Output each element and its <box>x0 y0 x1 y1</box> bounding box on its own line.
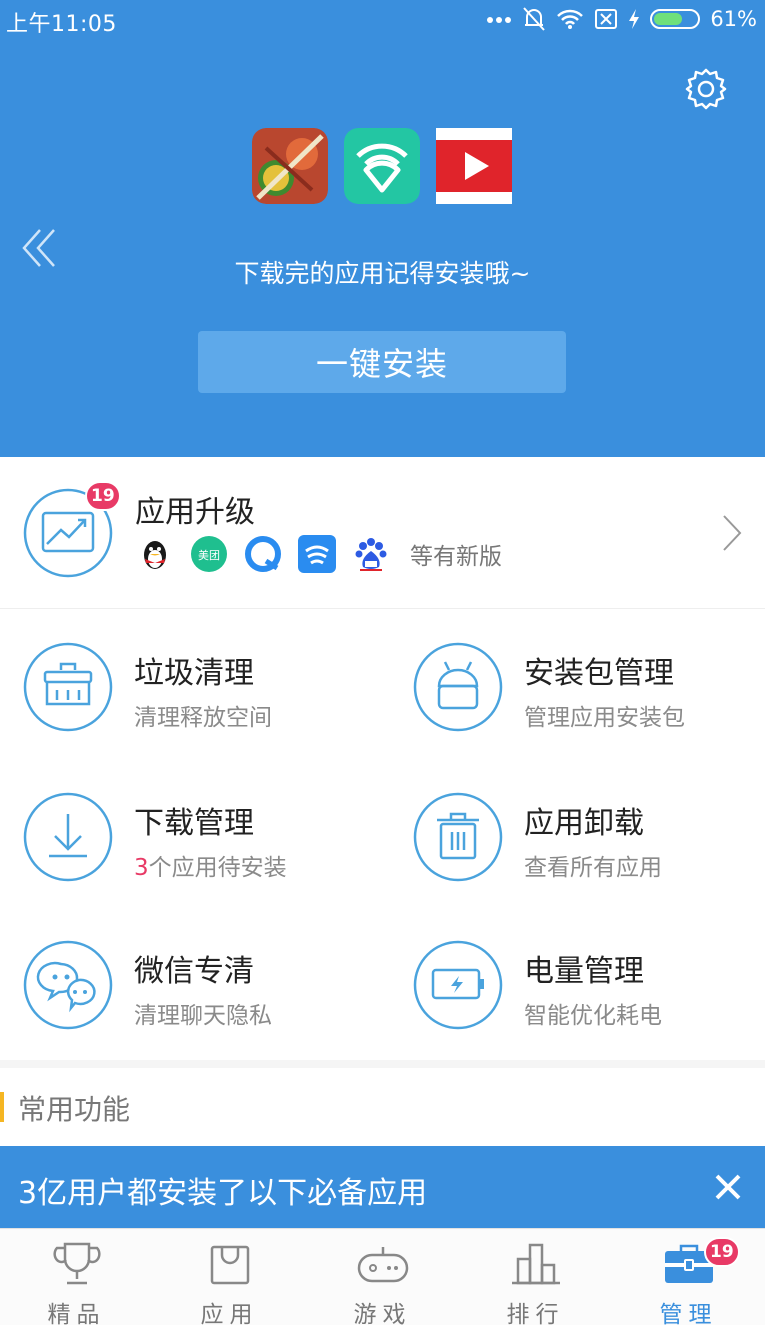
mute-bell-icon <box>523 7 546 31</box>
android-icon <box>413 642 503 732</box>
tile-title: 安装包管理 <box>524 656 674 691</box>
shopping-bag-icon <box>210 1245 249 1285</box>
tile-title: 电量管理 <box>524 954 644 989</box>
tile-subtitle: 3个应用待安装 <box>134 848 287 882</box>
tile-title: 下载管理 <box>134 806 254 841</box>
bottom-nav: 精品 应用 游戏 排行 19 管理 <box>0 1228 765 1325</box>
junk-clean-tile[interactable]: 垃圾清理 清理释放空间 <box>0 612 382 760</box>
install-hint: 下载完的应用记得安装哦~ <box>234 259 531 288</box>
pending-install-text: 个应用待安装 <box>148 855 287 881</box>
settings-gear-icon[interactable] <box>684 67 728 111</box>
common-functions-header: 常用功能 <box>0 1068 765 1146</box>
nav-label: 应用 <box>200 1302 259 1325</box>
upgrade-title: 应用升级 <box>135 495 255 530</box>
browser-icon <box>244 535 282 573</box>
fruit-ninja-icon <box>252 128 328 204</box>
wechat-clean-tile[interactable]: 微信专清 清理聊天隐私 <box>0 910 382 1058</box>
trophy-icon <box>52 1242 101 1285</box>
nav-label: 游戏 <box>353 1302 412 1325</box>
tile-subtitle: 管理应用安装包 <box>524 705 685 731</box>
status-bar: 上午11:05 61% <box>0 0 765 38</box>
recommend-banner[interactable]: 3亿用户都安装了以下必备应用 <box>0 1146 765 1228</box>
section-accent-bar <box>0 1092 4 1122</box>
upgrade-app-list: 美团 等有新版 <box>136 535 502 573</box>
charging-bolt-icon <box>629 9 640 29</box>
tile-subtitle: 智能优化耗电 <box>524 1003 662 1029</box>
download-icon <box>23 792 113 882</box>
nav-label: 排行 <box>506 1302 565 1325</box>
tile-subtitle: 查看所有应用 <box>524 855 662 881</box>
nav-label: 精品 <box>47 1302 106 1325</box>
status-time: 上午11:05 <box>6 12 117 37</box>
nav-item-ranking[interactable]: 排行 <box>459 1229 612 1325</box>
section-title: 常用功能 <box>18 1093 131 1126</box>
nav-item-games[interactable]: 游戏 <box>306 1229 459 1325</box>
manage-count-badge: 19 <box>704 1237 740 1267</box>
header: 上午11:05 61% 下载完的应用记得安装哦~ 一键安装 <box>0 0 765 457</box>
wifi-icon <box>557 9 584 29</box>
qq-penguin-icon <box>136 535 174 573</box>
app-uninstall-tile[interactable]: 应用卸载 查看所有应用 <box>390 762 765 910</box>
basket-icon <box>23 642 113 732</box>
trash-icon <box>413 792 503 882</box>
ranking-bars-icon <box>511 1243 560 1285</box>
battery-bolt-icon <box>413 940 503 1030</box>
app-upgrade-row[interactable]: 19 应用升级 美团 等有新版 <box>0 457 765 609</box>
upgrade-count-badge: 19 <box>85 481 121 511</box>
section-divider <box>0 1060 765 1068</box>
nav-item-featured[interactable]: 精品 <box>0 1229 153 1325</box>
more-dots-icon <box>487 17 512 23</box>
meituan-label: 美团 <box>198 549 220 562</box>
one-click-install-button[interactable]: 一键安装 <box>198 331 566 393</box>
status-icons: 61% <box>486 4 757 34</box>
video-play-icon <box>436 128 512 204</box>
meituan-icon: 美团 <box>190 535 228 573</box>
tile-title: 应用卸载 <box>524 806 644 841</box>
nav-item-manage[interactable]: 19 管理 <box>612 1229 765 1325</box>
chevron-right-icon <box>723 515 742 551</box>
battery-percent: 61% <box>710 7 757 31</box>
tile-title: 垃圾清理 <box>134 656 254 691</box>
tile-title: 微信专清 <box>134 954 254 989</box>
nav-label: 管理 <box>659 1302 718 1325</box>
battery-icon <box>650 9 701 29</box>
weather-icon <box>298 535 336 573</box>
gamepad-icon <box>357 1247 408 1283</box>
nav-item-apps[interactable]: 应用 <box>153 1229 306 1325</box>
sim-off-icon <box>595 9 618 29</box>
wechat-bubbles-icon <box>23 940 113 1030</box>
tile-subtitle: 清理释放空间 <box>134 705 272 731</box>
download-manage-tile[interactable]: 下载管理 3个应用待安装 <box>0 762 382 910</box>
tools-grid: 垃圾清理 清理释放空间 安装包管理 管理应用安装包 下载管理 3个应用待安装 应… <box>0 612 765 1060</box>
apk-manage-tile[interactable]: 安装包管理 管理应用安装包 <box>390 612 765 760</box>
banner-text: 3亿用户都安装了以下必备应用 <box>18 1176 428 1211</box>
baidu-icon <box>352 535 390 573</box>
wifi-shield-icon <box>344 128 420 204</box>
close-icon[interactable] <box>711 1170 745 1204</box>
battery-manage-tile[interactable]: 电量管理 智能优化耗电 <box>390 910 765 1058</box>
tile-subtitle: 清理聊天隐私 <box>134 1003 272 1029</box>
pending-app-icons <box>252 128 512 204</box>
pending-install-count: 3 <box>134 855 149 881</box>
upgrade-more-text: 等有新版 <box>410 544 502 570</box>
